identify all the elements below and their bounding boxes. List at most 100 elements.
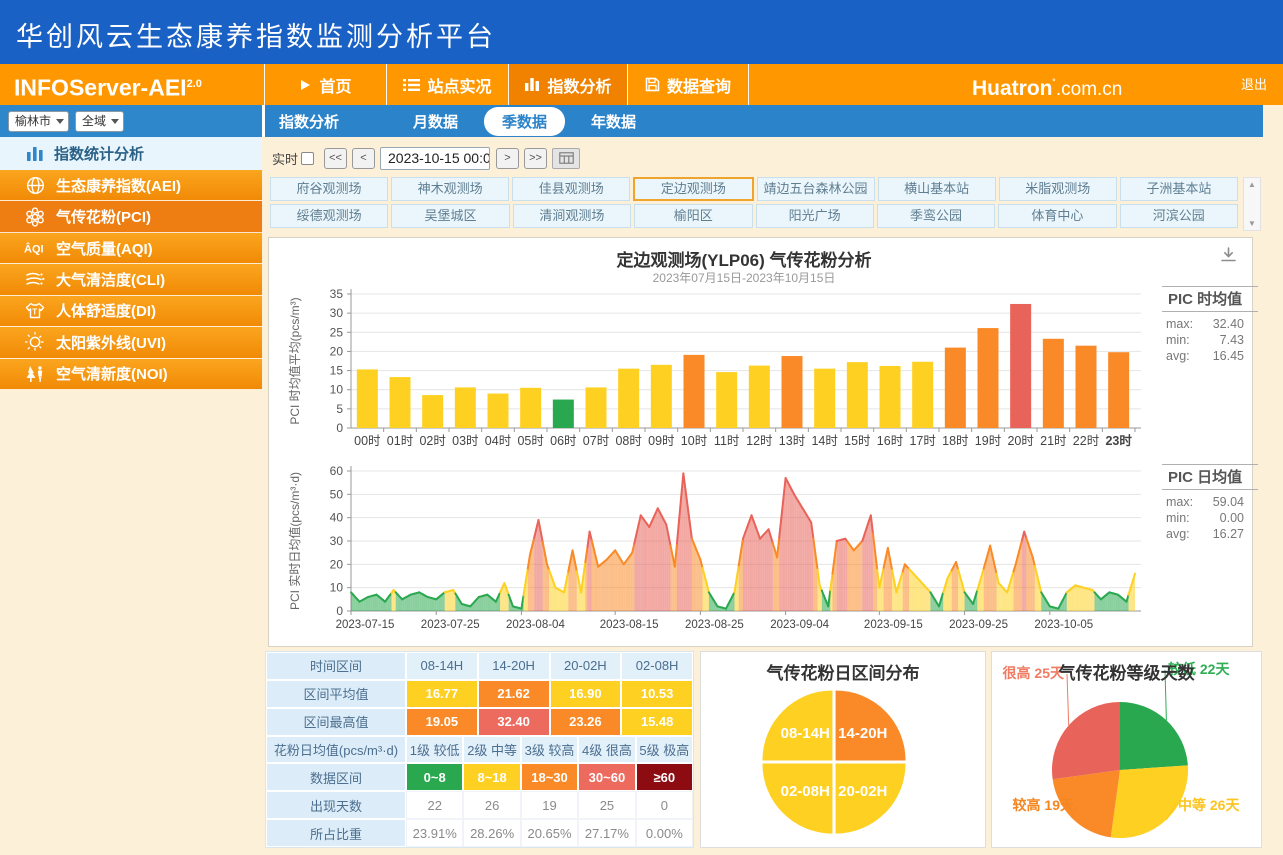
- station-button[interactable]: 阳光广场: [756, 204, 874, 228]
- station-button[interactable]: 吴堡城区: [391, 204, 509, 228]
- logout-button[interactable]: 退出: [1241, 64, 1267, 105]
- station-button[interactable]: 榆阳区: [634, 204, 752, 228]
- station-button[interactable]: 清涧观测场: [513, 204, 631, 228]
- tree-icon: [24, 365, 46, 383]
- nav-item-4[interactable]: 数据查询: [627, 64, 749, 105]
- station-button[interactable]: 横山基本站: [878, 177, 996, 201]
- sidebar-item-1[interactable]: 生态康养指数(AEI): [0, 170, 262, 201]
- interval-table: 时间区间08-14H14-20H20-02H02-08H区间平均值16.7721…: [265, 651, 694, 848]
- stat-row: avg:16.45: [1162, 348, 1258, 364]
- scroll-down-icon[interactable]: ▼: [1244, 219, 1260, 228]
- sidebar-item-label: 空气清新度(NOI): [56, 363, 168, 384]
- station-button[interactable]: 米脂观测场: [999, 177, 1117, 201]
- table-row-label: 时间区间: [266, 652, 406, 680]
- time-controls: 实时 << < > >>: [272, 146, 580, 170]
- svg-text:30: 30: [330, 306, 344, 320]
- station-button[interactable]: 府谷观测场: [270, 177, 388, 201]
- sidebar-item-3[interactable]: ÂQI空气质量(AQI): [0, 233, 262, 264]
- table-cell: 5级 极高: [636, 736, 693, 764]
- table-cell: 19.05: [406, 708, 478, 736]
- page-header: 华创风云生态康养指数监测分析平台: [0, 0, 1283, 64]
- sidebar-menu: 生态康养指数(AEI)气传花粉(PCI)ÂQI空气质量(AQI) 大气清洁度(CL…: [0, 170, 262, 390]
- table-row: 数据区间0~88~1818~3030~60≥60: [266, 763, 693, 791]
- table-cell: 23.91%: [406, 819, 463, 847]
- station-button[interactable]: 季鸾公园: [877, 204, 995, 228]
- calendar-button[interactable]: [552, 148, 580, 169]
- svg-text:60: 60: [330, 464, 344, 478]
- table-row: 区间平均值16.7721.6216.9010.53: [266, 680, 693, 708]
- svg-text:07时: 07时: [583, 434, 610, 448]
- datetime-input[interactable]: [380, 147, 490, 170]
- site-suffix: .com.cn: [1056, 79, 1123, 100]
- sidebar-item-7[interactable]: 空气清新度(NOI): [0, 359, 262, 390]
- tab-1[interactable]: 月数据: [401, 107, 470, 136]
- sidebar-item-label: 太阳紫外线(UVI): [56, 332, 166, 353]
- table-cell: 3级 较高: [521, 736, 578, 764]
- svg-text:40: 40: [330, 511, 344, 525]
- svg-text:PCI 实时日均值(pcs/m³·d): PCI 实时日均值(pcs/m³·d): [287, 472, 302, 610]
- sidebar-item-5[interactable]: T人体舒适度(DI): [0, 296, 262, 327]
- nav-item-3[interactable]: 指数分析: [508, 64, 627, 105]
- table-row: 所占比重23.91%28.26%20.65%27.17%0.00%: [266, 819, 693, 847]
- sidebar-item-label: 人体舒适度(DI): [56, 300, 156, 321]
- station-button[interactable]: 绥德观测场: [270, 204, 388, 228]
- next-button[interactable]: >: [496, 148, 519, 169]
- subnav-bar: 指数分析 月数据季数据年数据: [262, 105, 1263, 137]
- svg-text:PCI 时均值平均(pcs/m³): PCI 时均值平均(pcs/m³): [287, 297, 302, 424]
- tab-2[interactable]: 季数据: [484, 107, 565, 136]
- svg-text:ÂQI: ÂQI: [24, 243, 44, 256]
- svg-text:较高 19天: 较高 19天: [1013, 797, 1075, 813]
- table-cell: 10.53: [621, 680, 693, 708]
- table-cell: 28.26%: [463, 819, 520, 847]
- table-cell: 26: [463, 791, 520, 819]
- nav-item-label: 首页: [319, 73, 351, 97]
- station-button[interactable]: 佳县观测场: [512, 177, 630, 201]
- station-scrollbar[interactable]: ▲ ▼: [1243, 177, 1261, 231]
- stat-value: 16.45: [1202, 348, 1258, 364]
- region-select[interactable]: 榆林市: [8, 111, 69, 132]
- table-row-label: 数据区间: [266, 763, 406, 791]
- scroll-up-icon[interactable]: ▲: [1244, 180, 1260, 189]
- stat-label: max:: [1166, 494, 1202, 510]
- svg-text:16时: 16时: [877, 434, 904, 448]
- prev-button[interactable]: <: [352, 148, 375, 169]
- table-cell: 15.48: [621, 708, 693, 736]
- table-cell: ≥60: [636, 763, 693, 791]
- table-cell: 18~30: [521, 763, 578, 791]
- sidebar-item-label: 大气清洁度(CLI): [56, 269, 165, 290]
- nav-item-1[interactable]: 首页: [264, 64, 386, 105]
- stat-row: min:7.43: [1162, 332, 1258, 348]
- sidebar-item-4[interactable]: 大气清洁度(CLI): [0, 264, 262, 295]
- tab-3[interactable]: 年数据: [579, 107, 648, 136]
- scope-select[interactable]: 全域: [75, 111, 124, 132]
- svg-text:2023-08-04: 2023-08-04: [506, 619, 565, 631]
- stat-value: 59.04: [1202, 494, 1258, 510]
- daily-area-chart: 01020304050602023-07-152023-07-252023-08…: [273, 456, 1163, 642]
- next-fast-button[interactable]: >>: [524, 148, 547, 169]
- hour-stats-rows: max:32.40min:7.43avg:16.45: [1162, 316, 1258, 364]
- nav-item-2[interactable]: 站点实况: [386, 64, 508, 105]
- prev-fast-button[interactable]: <<: [324, 148, 347, 169]
- table-cell: 0~8: [406, 763, 463, 791]
- day-stats-block: PIC 日均值 max:59.04min:0.00avg:16.27: [1162, 464, 1258, 542]
- station-button[interactable]: 靖边五台森林公园: [757, 177, 875, 201]
- svg-text:10: 10: [330, 581, 344, 595]
- sidebar-item-2[interactable]: 气传花粉(PCI): [0, 201, 262, 232]
- stat-value: 32.40: [1202, 316, 1258, 332]
- chevron-down-icon: [111, 119, 119, 124]
- station-button[interactable]: 河滨公园: [1120, 204, 1238, 228]
- table-cell: 2级 中等: [463, 736, 520, 764]
- station-button[interactable]: 定边观测场: [633, 177, 753, 201]
- station-button[interactable]: 神木观测场: [391, 177, 509, 201]
- sidebar-item-stats[interactable]: 指数统计分析: [0, 137, 262, 170]
- svg-text:25: 25: [330, 325, 344, 339]
- hourly-bar-chart: 0510152025303500时01时02时03时04时05时06时07时08…: [273, 284, 1163, 456]
- table-cell: 02-08H: [621, 652, 693, 680]
- realtime-checkbox[interactable]: [301, 152, 314, 165]
- table-cell: 1级 较低: [406, 736, 463, 764]
- station-button[interactable]: 子洲基本站: [1120, 177, 1238, 201]
- sidebar-item-6[interactable]: 太阳紫外线(UVI): [0, 327, 262, 358]
- station-button[interactable]: 体育中心: [998, 204, 1116, 228]
- interval-pie-title: 气传花粉日区间分布: [701, 659, 985, 684]
- download-icon[interactable]: [1219, 246, 1238, 269]
